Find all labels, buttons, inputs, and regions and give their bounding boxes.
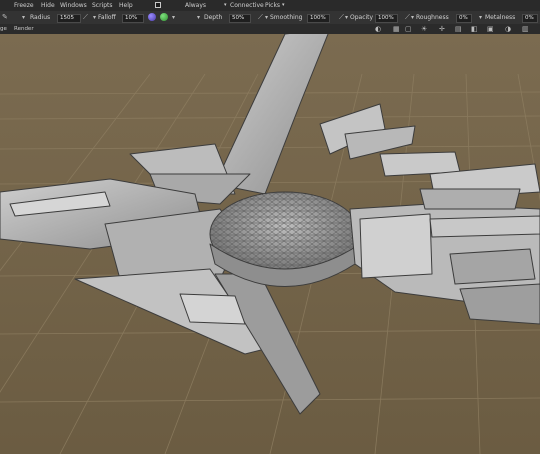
depth-field[interactable]: 50% (229, 14, 251, 23)
depth-toggle-icon[interactable]: ▾ (197, 11, 200, 24)
menu-hide[interactable]: Hide (41, 0, 55, 11)
picks-label[interactable]: Picks (265, 0, 280, 11)
axis-icon[interactable]: ✛ (439, 24, 445, 34)
layout-icon[interactable]: ▤ (455, 24, 462, 34)
light-icon[interactable]: ☀ (421, 24, 427, 34)
smoothing-field[interactable]: 100% (307, 14, 330, 23)
smoothing-toggle-icon[interactable]: ▾ (265, 11, 268, 24)
falloff-label: Falloff (98, 14, 116, 21)
lock-icon[interactable]: ▥ (522, 24, 529, 34)
connective-label[interactable]: Connective (230, 0, 264, 11)
frame-icon[interactable]: ▢ (405, 24, 412, 34)
grid-icon[interactable]: ▦ (393, 24, 400, 34)
opacity-toggle-icon[interactable]: ▾ (345, 11, 348, 24)
metalness-field[interactable]: 0% (522, 14, 538, 23)
opacity-icon[interactable]: ⟋ (339, 11, 344, 24)
menu-scripts[interactable]: Scripts (92, 0, 113, 11)
metalness-label: Metalness (485, 14, 516, 21)
smoothing-icon[interactable]: ⟋ (258, 11, 263, 24)
material-swatch-icon[interactable] (148, 13, 156, 21)
color-swatch-icon[interactable] (160, 13, 168, 21)
always-checkbox[interactable] (155, 2, 161, 8)
roughness-toggle-icon[interactable]: ▾ (411, 11, 414, 24)
menu-bar: Freeze Hide Windows Scripts Help Always … (0, 0, 540, 11)
brush-toolbar: ✎ ▾ Radius 1505 ⟋ ▾ Falloff 10% ▾ ▾ Dept… (0, 11, 540, 25)
picks-dropdown-icon[interactable]: ▾ (282, 0, 285, 11)
subbar-tab-render[interactable]: Render (14, 24, 34, 34)
display-icon[interactable]: ◑ (505, 24, 511, 34)
opacity-field[interactable]: 100% (375, 14, 398, 23)
menu-freeze[interactable]: Freeze (14, 0, 34, 11)
render-icon[interactable]: ▣ (487, 24, 494, 34)
metalness-toggle-icon[interactable]: ▾ (479, 11, 482, 24)
radius-toggle-icon[interactable]: ▾ (22, 11, 25, 24)
roughness-label: Roughness (416, 14, 449, 21)
viewport-canvas[interactable] (0, 34, 540, 454)
view-icon[interactable]: ◧ (471, 24, 478, 34)
falloff-curve-icon[interactable]: ⟋ (83, 11, 88, 24)
3d-viewport[interactable] (0, 34, 540, 454)
connective-dropdown-icon[interactable]: ▾ (224, 0, 227, 11)
viewport-bar: ge Render ◐ ▦ ▢ ☀ ✛ ▤ ◧ ▣ ◑ ▥ (0, 24, 540, 34)
radius-label: Radius (30, 14, 51, 21)
swatch-dropdown-icon[interactable]: ▾ (172, 11, 175, 24)
smoothing-label: Smoothing (270, 14, 303, 21)
menu-windows[interactable]: Windows (60, 0, 87, 11)
radius-field[interactable]: 1505 (57, 14, 81, 23)
opacity-label: Opacity (350, 14, 374, 21)
roughness-field[interactable]: 0% (456, 14, 472, 23)
brush-icon[interactable]: ✎ (2, 11, 8, 24)
menu-help[interactable]: Help (119, 0, 133, 11)
subbar-tab-ge[interactable]: ge (0, 24, 7, 34)
falloff-toggle-icon[interactable]: ▾ (93, 11, 96, 24)
roughness-icon[interactable]: ⟋ (405, 11, 410, 24)
always-label[interactable]: Always (185, 0, 206, 11)
depth-label: Depth (204, 14, 223, 21)
camera-icon[interactable]: ◐ (375, 24, 381, 34)
falloff-field[interactable]: 10% (122, 14, 144, 23)
